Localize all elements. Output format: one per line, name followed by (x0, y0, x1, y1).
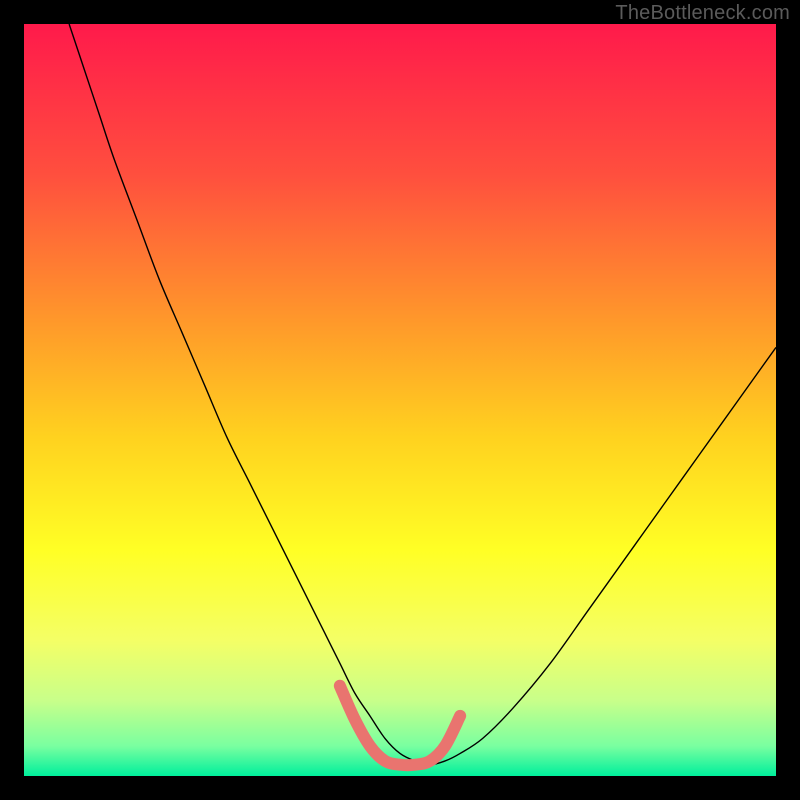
chart-plot-area (24, 24, 776, 776)
chart-svg (24, 24, 776, 776)
chart-background (24, 24, 776, 776)
watermark-text: TheBottleneck.com (615, 2, 790, 25)
chart-frame: TheBottleneck.com (0, 0, 800, 800)
